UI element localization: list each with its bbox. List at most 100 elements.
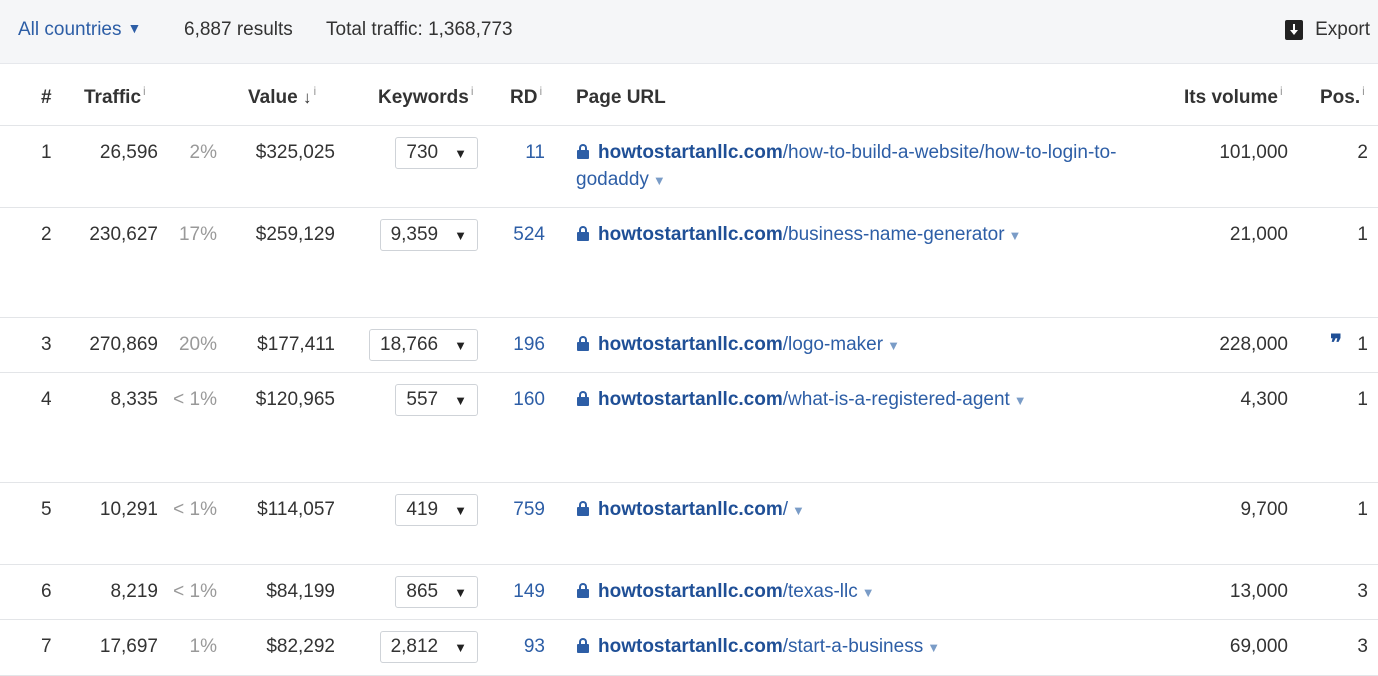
- traffic-value: 8,335: [110, 389, 158, 410]
- referring-domains-link[interactable]: 196: [513, 334, 545, 356]
- url-dropdown-icon[interactable]: ▼: [927, 640, 940, 655]
- url-domain-link[interactable]: howtostartanllc.com: [598, 581, 783, 602]
- url-path-link[interactable]: /: [783, 499, 788, 520]
- referring-domains-link[interactable]: 93: [524, 636, 545, 658]
- col-header-keywords-label: Keywords: [378, 87, 469, 108]
- chevron-down-icon: ▼: [127, 20, 142, 36]
- position-value: 1: [1357, 224, 1368, 245]
- url-dropdown-icon[interactable]: ▼: [887, 338, 900, 353]
- export-button[interactable]: Export: [1285, 19, 1370, 41]
- traffic-value: 17,697: [99, 636, 158, 657]
- keywords-dropdown[interactable]: 18,766 ▼: [369, 329, 478, 361]
- url-dropdown-icon[interactable]: ▼: [1014, 393, 1027, 408]
- referring-domains-link[interactable]: 11: [525, 142, 545, 164]
- col-header-its-volume-label: Its volume: [1184, 87, 1278, 108]
- referring-domains-link[interactable]: 160: [513, 389, 545, 411]
- country-filter[interactable]: All countries ▼: [18, 19, 141, 41]
- lock-icon: [576, 391, 590, 406]
- results-count: 6,887 results: [184, 19, 293, 40]
- col-header-value[interactable]: Value ↓ i: [248, 84, 316, 109]
- keywords-dropdown[interactable]: 419 ▼: [395, 494, 478, 526]
- col-header-pos[interactable]: Pos. i: [1320, 84, 1365, 109]
- url-domain-link[interactable]: howtostartanllc.com: [598, 499, 783, 520]
- col-header-keywords[interactable]: Keywords i: [378, 84, 474, 109]
- url-domain-link[interactable]: howtostartanllc.com: [598, 142, 783, 163]
- keywords-dropdown[interactable]: 2,812 ▼: [379, 631, 478, 663]
- keywords-dropdown[interactable]: 557 ▼: [395, 384, 478, 416]
- traffic-value-usd: $325,025: [255, 142, 335, 163]
- col-header-page-url[interactable]: Page URL: [576, 87, 666, 109]
- url-path-link[interactable]: /business-name-generator: [783, 224, 1005, 245]
- url-dropdown-icon[interactable]: ▼: [862, 585, 875, 600]
- col-header-its-volume[interactable]: Its volume i: [1184, 84, 1283, 109]
- url-path-link[interactable]: /start-a-business: [783, 636, 923, 657]
- col-header-rd[interactable]: RD i: [510, 84, 542, 109]
- export-download-icon: [1285, 20, 1304, 40]
- page-url: howtostartanllc.com/business-name-genera…: [576, 221, 1176, 249]
- url-path-link[interactable]: /logo-maker: [783, 334, 883, 355]
- traffic-share: 2%: [189, 142, 217, 163]
- quote-icon[interactable]: ❞: [1330, 330, 1342, 356]
- info-icon[interactable]: i: [471, 84, 474, 98]
- position-value: 2: [1357, 142, 1368, 163]
- country-filter-label: All countries: [18, 19, 122, 40]
- keywords-count: 18,766: [380, 334, 439, 355]
- traffic-value: 26,596: [99, 142, 158, 163]
- url-dropdown-icon[interactable]: ▼: [792, 503, 805, 518]
- row-number: 3: [41, 334, 52, 355]
- page-url: howtostartanllc.com/what-is-a-registered…: [576, 386, 1176, 414]
- traffic-value: 10,291: [99, 499, 158, 520]
- page-url: howtostartanllc.com/ ▼: [576, 496, 1176, 524]
- page-url: howtostartanllc.com/start-a-business ▼: [576, 633, 1176, 661]
- lock-icon: [576, 638, 590, 653]
- total-traffic: Total traffic: 1,368,773: [326, 19, 513, 40]
- chevron-down-icon: ▼: [454, 502, 467, 518]
- traffic-value-usd: $114,057: [257, 499, 335, 520]
- lock-icon: [576, 226, 590, 241]
- table-row: 1 26,596 2% $325,025 730 ▼ 11 howtostartanllc.c…: [0, 126, 1378, 208]
- keywords-dropdown[interactable]: 9,359 ▼: [379, 219, 478, 251]
- keyword-volume: 21,000: [1229, 224, 1288, 245]
- page-url: howtostartanllc.com/texas-llc ▼: [576, 578, 1176, 606]
- keyword-volume: 101,000: [1219, 142, 1288, 163]
- info-icon[interactable]: i: [313, 84, 316, 98]
- url-domain-link[interactable]: howtostartanllc.com: [598, 334, 783, 355]
- url-dropdown-icon[interactable]: ▼: [1009, 228, 1022, 243]
- url-path-link[interactable]: /texas-llc: [783, 581, 858, 602]
- traffic-value: 8,219: [110, 581, 158, 602]
- url-dropdown-icon[interactable]: ▼: [653, 173, 666, 188]
- info-icon[interactable]: i: [539, 84, 542, 98]
- referring-domains-link[interactable]: 759: [513, 499, 545, 521]
- info-icon[interactable]: i: [143, 84, 146, 98]
- url-domain-link[interactable]: howtostartanllc.com: [598, 224, 783, 245]
- info-icon[interactable]: i: [1362, 84, 1365, 98]
- url-domain-link[interactable]: howtostartanllc.com: [598, 636, 783, 657]
- traffic-value: 270,869: [89, 334, 158, 355]
- row-number: 7: [41, 636, 52, 657]
- chevron-down-icon: ▼: [454, 639, 467, 655]
- row-number: 5: [41, 499, 52, 520]
- referring-domains-link[interactable]: 149: [513, 581, 545, 603]
- keywords-dropdown[interactable]: 865 ▼: [395, 576, 478, 608]
- keyword-volume: 228,000: [1219, 334, 1288, 355]
- lock-icon: [576, 336, 590, 351]
- col-header-traffic[interactable]: Traffic i: [84, 84, 146, 109]
- position-value: 1: [1357, 334, 1368, 355]
- table-row: 4 8,335 < 1% $120,965 557 ▼ 160 howtostartanllc…: [0, 373, 1378, 483]
- keywords-count: 865: [406, 581, 439, 602]
- url-domain-link[interactable]: howtostartanllc.com: [598, 389, 783, 410]
- keywords-count: 419: [406, 499, 439, 520]
- keywords-dropdown[interactable]: 730 ▼: [395, 137, 478, 169]
- traffic-share: 20%: [178, 334, 217, 355]
- traffic-share: < 1%: [173, 581, 217, 602]
- url-path-link[interactable]: /what-is-a-registered-agent: [783, 389, 1010, 410]
- traffic-value-usd: $84,199: [266, 581, 335, 602]
- export-label: Export: [1315, 19, 1370, 40]
- traffic-value-usd: $177,411: [257, 334, 335, 355]
- position-value: 1: [1357, 389, 1368, 410]
- keywords-count: 557: [406, 389, 439, 410]
- traffic-share: < 1%: [173, 389, 217, 410]
- referring-domains-link[interactable]: 524: [513, 224, 545, 246]
- info-icon[interactable]: i: [1280, 84, 1283, 98]
- chevron-down-icon: ▼: [454, 227, 467, 243]
